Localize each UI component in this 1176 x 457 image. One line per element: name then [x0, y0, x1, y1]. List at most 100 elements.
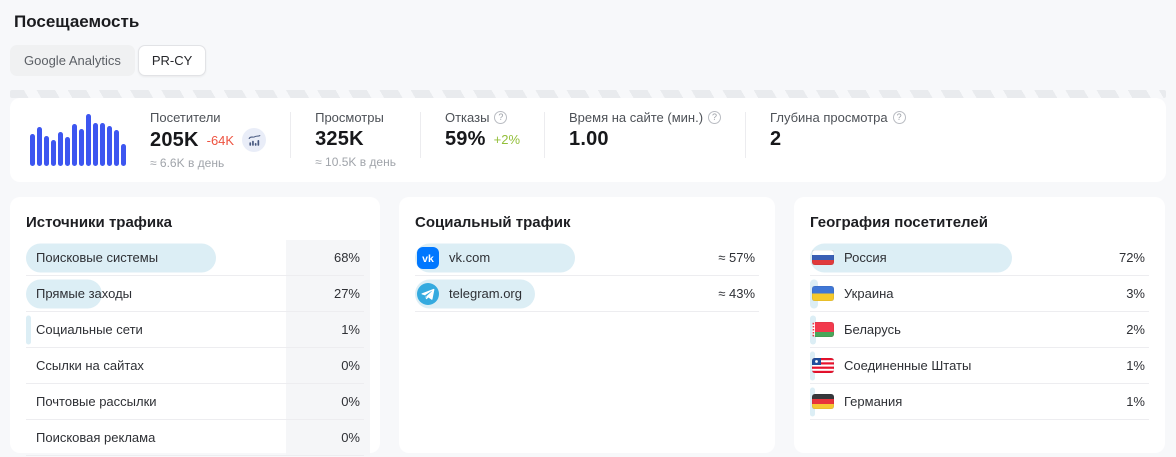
stat-per-day: ≈ 6.6K в день [150, 156, 266, 170]
bar [114, 130, 119, 166]
row-label-cell: vk vk.com [415, 240, 687, 275]
row-value: 1% [1077, 394, 1149, 409]
table-row: Социальные сети 1% [26, 312, 364, 348]
stat-value: 325K [315, 128, 364, 151]
row-value: ≈ 57% [687, 250, 759, 265]
stat-visitors: Посетители 205K -64K ≈ 6.6K в день [140, 110, 290, 170]
row-value: 1% [292, 322, 364, 337]
row-label: Поисковые системы [26, 250, 158, 265]
page: Посещаемость Google Analytics PR-CY Посе… [0, 0, 1176, 453]
row-value: 0% [292, 358, 364, 373]
panel-social-traffic: Социальный трафик vk vk.com ≈ 57% telegram.… [399, 197, 775, 453]
stat-time-on-site: Время на сайте (мин.) ? 1.00 [545, 110, 745, 151]
row-label: Германия [834, 394, 902, 409]
bar [100, 123, 105, 166]
row-label: vk.com [439, 250, 490, 265]
flag-ukraine-icon [812, 286, 834, 301]
panel-title: Источники трафика [26, 214, 364, 231]
table-row: Германия 1% [810, 384, 1149, 420]
row-label: Украина [834, 286, 894, 301]
stat-delta: -64K [207, 133, 234, 148]
help-icon[interactable]: ? [708, 111, 721, 124]
bar [44, 136, 49, 166]
row-label-cell: Соединенные Штаты [810, 348, 1077, 383]
table-row: Прямые заходы 27% [26, 276, 364, 312]
row-value: 27% [292, 286, 364, 301]
row-label-cell: Поисковая реклама [26, 420, 292, 455]
row-label-cell: Почтовые рассылки [26, 384, 292, 419]
telegram-icon [417, 283, 439, 305]
tab-pr-cy[interactable]: PR-CY [138, 45, 206, 76]
table-row: Поисковая реклама0% [26, 420, 364, 456]
table-row: telegram.org≈ 43% [415, 276, 759, 312]
row-label-cell: telegram.org [415, 276, 687, 311]
row-label: Социальные сети [26, 322, 143, 337]
flag-usa-icon [812, 358, 834, 373]
bar [51, 140, 56, 166]
row-label-cell: Россия [810, 240, 1077, 275]
help-icon[interactable]: ? [494, 111, 507, 124]
stat-label: Просмотры [315, 110, 384, 125]
bar [107, 126, 112, 166]
table-row: Россия 72% [810, 240, 1149, 276]
table-row: Поисковые системы 68% [26, 240, 364, 276]
panel-title: Социальный трафик [415, 214, 759, 231]
stat-label: Посетители [150, 110, 221, 125]
row-label-cell: Украина [810, 276, 1077, 311]
bar [86, 114, 91, 166]
bar [121, 144, 126, 166]
stat-label: Отказы [445, 110, 489, 125]
row-label-cell: Прямые заходы [26, 276, 292, 311]
panel-title: География посетителей [810, 214, 1149, 231]
row-label-cell: Ссылки на сайтах [26, 348, 292, 383]
stats-summary-card: Посетители 205K -64K ≈ 6.6K в день [10, 98, 1166, 182]
tab-bar: Google Analytics PR-CY [10, 45, 1166, 76]
vk-icon: vk [417, 247, 439, 269]
stat-per-day: ≈ 10.5K в день [315, 155, 396, 169]
traffic-bar-chart-icon [30, 112, 126, 166]
row-value: 2% [1077, 322, 1149, 337]
stat-value: 205K [150, 129, 199, 152]
row-label: Почтовые рассылки [26, 394, 157, 409]
flag-russia-icon [812, 250, 834, 265]
row-label: Поисковая реклама [26, 430, 155, 445]
bar [79, 129, 84, 166]
row-label: Ссылки на сайтах [26, 358, 144, 373]
table-row: Соединенные Штаты1% [810, 348, 1149, 384]
row-value: 1% [1077, 358, 1149, 373]
page-title: Посещаемость [10, 10, 1166, 32]
stat-label: Глубина просмотра [770, 110, 888, 125]
row-value: 68% [292, 250, 364, 265]
row-label: Прямые заходы [26, 286, 132, 301]
row-value: 72% [1077, 250, 1149, 265]
stat-value: 2 [770, 128, 781, 151]
mini-chart-icon[interactable] [242, 128, 266, 152]
traffic-sources-table: Поисковые системы 68% Прямые заходы 27% Соци… [26, 240, 364, 456]
table-row: Беларусь2% [810, 312, 1149, 348]
striped-divider [10, 90, 1166, 98]
bar [93, 123, 98, 166]
social-traffic-table: vk vk.com ≈ 57% telegram.org≈ 43% [415, 240, 759, 312]
stat-bounces: Отказы ? 59% +2% [421, 110, 544, 151]
bar [72, 124, 77, 166]
svg-text:vk: vk [422, 252, 434, 264]
table-row: vk vk.com ≈ 57% [415, 240, 759, 276]
row-value: 3% [1077, 286, 1149, 301]
bar [65, 137, 70, 166]
row-value: 0% [292, 394, 364, 409]
stat-views: Просмотры 325K ≈ 10.5K в день [291, 110, 420, 169]
table-row: Почтовые рассылки 0% [26, 384, 364, 420]
help-icon[interactable]: ? [893, 111, 906, 124]
row-label-cell: Германия [810, 384, 1077, 419]
tab-google-analytics[interactable]: Google Analytics [10, 45, 135, 76]
row-label: telegram.org [439, 286, 522, 301]
row-label-cell: Поисковые системы [26, 240, 292, 275]
stat-view-depth: Глубина просмотра ? 2 [746, 110, 930, 151]
table-row: Украина 3% [810, 276, 1149, 312]
stat-value: 1.00 [569, 128, 609, 151]
flag-germany-icon [812, 394, 834, 409]
table-row: Ссылки на сайтах 0% [26, 348, 364, 384]
bar [30, 134, 35, 166]
row-label: Россия [834, 250, 887, 265]
panel-traffic-sources: Источники трафика Поисковые системы 68% Пр… [10, 197, 380, 453]
